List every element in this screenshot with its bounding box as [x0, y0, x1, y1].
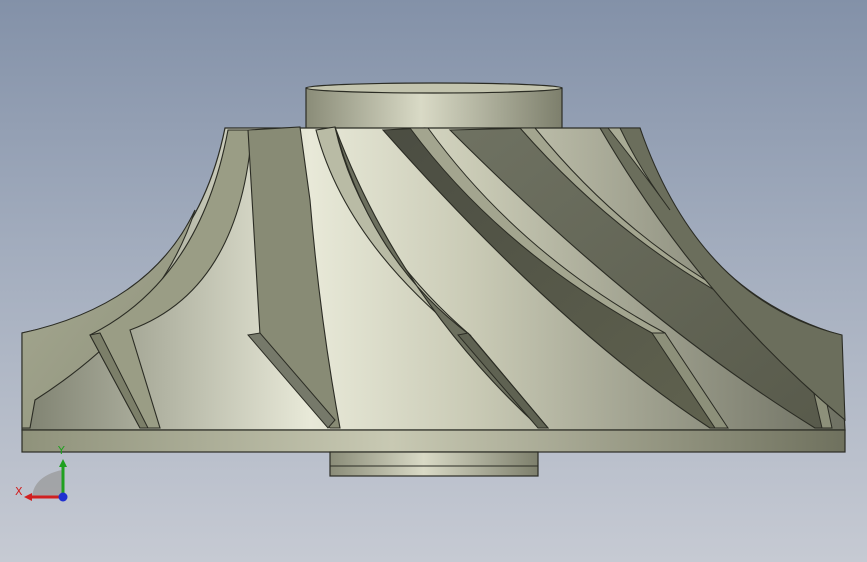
z-axis-icon	[58, 492, 68, 502]
bottom-shaft[interactable]	[329, 451, 539, 477]
impeller-model[interactable]	[0, 0, 867, 562]
3d-viewport[interactable]: X Y	[0, 0, 867, 562]
base-disk[interactable]	[21, 429, 846, 453]
x-arrow-icon	[24, 493, 32, 501]
triad-x-label: X	[15, 485, 23, 498]
triad-plane-icon	[32, 470, 62, 497]
coordinate-triad: X Y	[15, 444, 68, 502]
top-shaft[interactable]	[305, 82, 563, 135]
triad-y-label: Y	[57, 444, 65, 457]
y-arrow-icon	[59, 459, 67, 467]
